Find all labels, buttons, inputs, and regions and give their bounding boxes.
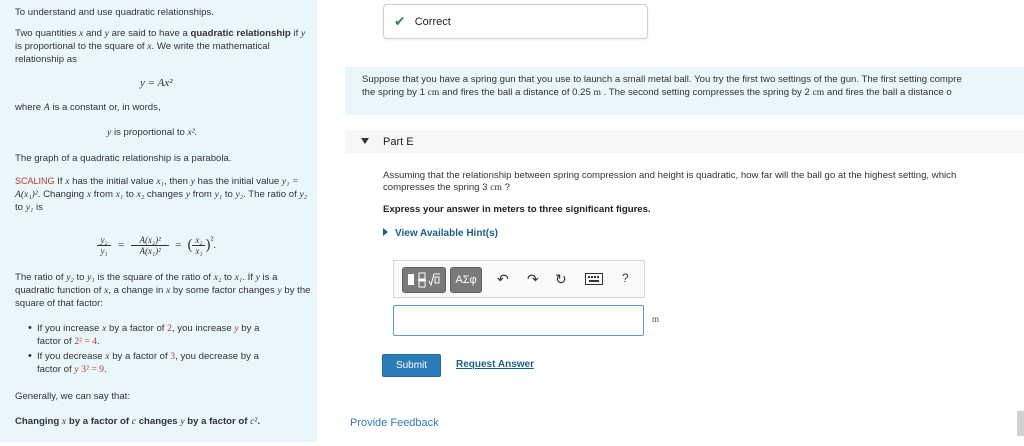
redo-icon[interactable]: ↷ [527,271,539,288]
templates-icon [408,272,440,288]
provide-feedback-link[interactable]: Provide Feedback [350,417,439,429]
scaling-bullets: If you increase x by a factor of 2, you … [28,322,277,376]
view-hints-link[interactable]: View Available Hint(s) [383,228,498,239]
intro-text: To understand and use quadratic relation… [15,7,214,18]
expand-triangle-icon [383,228,388,236]
scrollbar-thumb[interactable] [1017,411,1024,436]
learning-goal-panel: To understand and use quadratic relation… [0,0,317,442]
unit-label: m [652,314,660,324]
greek-symbols-button[interactable]: ΑΣφ [450,267,482,293]
scaling-text: SCALING If x has the initial value x₁, t… [15,176,308,213]
ratio-equation: y₂ y₁ = A(x₂)² A(x₁)² = ( x₂ x₁ ) ². [97,228,216,262]
setup-text: Suppose that you have a spring gun that … [362,74,962,98]
proportional-statement: y is proportional to x². [107,127,198,138]
reset-icon[interactable]: ↻ [555,271,567,288]
request-answer-link[interactable]: Request Answer [456,359,534,370]
list-item: If you increase x by a factor of 2, you … [28,322,277,348]
definition-text: Two quantities x and y are said to have … [15,28,306,65]
submit-button[interactable]: Submit [382,354,441,377]
quadratic-formula: y = Ax² [140,77,173,89]
problem-setup: Suppose that you have a spring gun that … [345,67,1024,115]
checkmark-icon: ✔ [394,13,406,29]
answer-instructions: Express your answer in meters to three s… [383,204,651,215]
key-conclusion: Changing x by a factor of c changes y by… [15,416,260,427]
answer-input[interactable] [393,305,644,336]
keyboard-icon[interactable] [585,272,603,288]
list-item: If you decrease x by a factor of 3, you … [28,350,277,376]
parabola-text: The graph of a quadratic relationship is… [15,153,232,164]
undo-icon[interactable]: ↶ [497,271,509,288]
part-e-header[interactable]: Part E [345,130,1024,154]
status-label: Correct [414,15,451,28]
math-toolbar: ΑΣφ ↶ ↷ ↻ ? [393,260,645,298]
help-icon[interactable]: ? [622,271,629,285]
part-title: Part E [383,136,414,148]
where-text: where A is a constant or, in words, [15,102,161,113]
ratio-explanation: The ratio of y₂ to y₁ is the square of t… [15,272,311,309]
templates-button[interactable] [402,267,446,293]
question-text: Assuming that the relationship between s… [383,170,957,193]
collapse-triangle-icon[interactable] [361,138,369,144]
correct-status-box: ✔ Correct [383,4,648,39]
generally-text: Generally, we can say that: [15,391,131,402]
